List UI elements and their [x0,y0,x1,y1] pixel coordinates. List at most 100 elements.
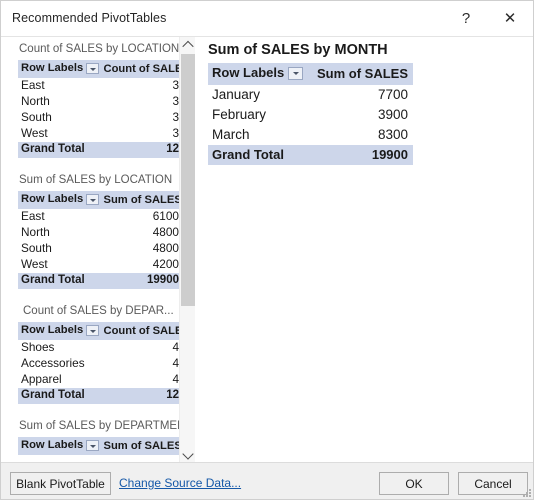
title-bar: Recommended PivotTables ? ✕ [1,1,534,37]
mini-table-header-row: Row LabelsCount of SALES [18,322,183,340]
dialog-body: Count of SALES by LOCATIONRow LabelsCoun… [1,37,534,462]
scrollbar-thumb[interactable] [181,54,195,306]
table-row: January7700 [208,85,413,105]
row-label-cell: North [18,225,101,241]
row-label-cell: West [18,126,101,142]
mini-table-body: Shoes4Accessories4Apparel4Grand Total12 [18,340,183,404]
recommendation-mini-table: Row LabelsSum of SALESEast6100North4800S… [18,191,183,289]
table-row: South4800 [18,241,183,257]
scroll-up-button[interactable] [180,37,195,53]
grand-total-value: 19900 [311,145,414,165]
mini-col-row-labels: Row Labels [18,437,101,455]
ok-button[interactable]: OK [379,472,449,495]
grand-total-value: 12 [101,388,184,404]
row-value-cell: 3 [101,110,184,126]
row-value-cell: 3 [101,94,184,110]
mini-col-value: Count of SALES [101,60,184,78]
help-button[interactable]: ? [444,1,488,35]
table-row: East6100 [18,209,183,225]
recommendation-caption: Sum of SALES by DEPARTMENT [7,414,183,437]
mini-table-body: East6100North4800South4800West4200Grand … [18,209,183,289]
recommendation-caption: Count of SALES by LOCATION [7,37,183,60]
preview-col-row-labels: Row Labels [208,63,311,85]
table-row: North3 [18,94,183,110]
preview-table: Row Labels Sum of SALES January7700Febru… [208,63,413,165]
filter-dropdown-icon[interactable] [86,440,99,451]
mini-col-row-labels-text: Row Labels [21,62,83,74]
row-value-cell: 8300 [311,125,414,145]
row-value-cell: 3 [101,126,184,142]
row-label-cell: February [208,105,311,125]
preview-title: Sum of SALES by MONTH [208,42,388,58]
thumb-spacer [7,455,183,462]
table-row: South3 [18,110,183,126]
grand-total-label: Grand Total [18,142,101,158]
change-source-data-link[interactable]: Change Source Data... [119,476,241,490]
mini-col-value: Sum of SALES [101,437,184,455]
recommendation-item[interactable]: Count of SALES by DEPAR...Row LabelsCoun… [7,299,183,414]
grand-total-value: 19900 [101,273,184,289]
recommendation-list-scrollbar[interactable] [179,37,195,462]
row-value-cell: 4800 [101,241,184,257]
row-label-cell: January [208,85,311,105]
recommendation-list[interactable]: Count of SALES by LOCATIONRow LabelsCoun… [7,37,195,462]
recommendation-item[interactable]: Sum of SALES by LOCATIONRow LabelsSum of… [7,168,183,299]
filter-dropdown-icon[interactable] [288,67,303,80]
chevron-down-icon [182,448,193,459]
resize-grip[interactable] [521,487,533,499]
table-row: West3 [18,126,183,142]
preview-table-body: January7700February3900March8300Grand To… [208,85,413,165]
dialog-footer: Blank PivotTable Change Source Data... O… [1,462,534,500]
mini-col-row-labels-text: Row Labels [21,193,83,205]
table-row: East3 [18,78,183,94]
row-value-cell: 6100 [101,209,184,225]
mini-table-header-row: Row LabelsSum of SALES [18,191,183,209]
grand-total-label: Grand Total [18,388,101,404]
mini-col-row-labels-text: Row Labels [21,439,83,451]
recommendation-list-content: Count of SALES by LOCATIONRow LabelsCoun… [7,37,183,462]
row-value-cell: 7700 [311,85,414,105]
filter-dropdown-icon[interactable] [86,63,99,74]
grand-total-value: 12 [101,142,184,158]
table-row: March8300 [208,125,413,145]
table-row: Accessories4 [18,356,183,372]
row-label-cell: Apparel [18,372,101,388]
row-label-cell: East [18,78,101,94]
grand-total-row: Grand Total12 [18,388,183,404]
preview-col-row-labels-text: Row Labels [212,65,284,80]
close-icon: ✕ [504,11,517,26]
recommendation-item[interactable]: Sum of SALES by DEPARTMENT Row Labels Sum … [7,414,183,462]
recommendation-mini-table: Row LabelsCount of SALESShoes4Accessorie… [18,322,183,404]
mini-col-value: Count of SALES [101,322,184,340]
filter-dropdown-icon[interactable] [86,194,99,205]
pivottable-preview: Sum of SALES by MONTH Row Labels Sum of … [197,37,534,462]
mini-col-row-labels: Row Labels [18,191,101,209]
row-label-cell: South [18,241,101,257]
filter-dropdown-icon[interactable] [86,325,99,336]
recommendation-item[interactable]: Count of SALES by LOCATION Row Labels Coun… [7,37,183,168]
mini-table-header-row: Row Labels Count of SALES [18,60,183,78]
dialog-title: Recommended PivotTables [12,11,166,25]
row-value-cell: 4200 [101,257,184,273]
row-label-cell: Shoes [18,340,101,356]
recommendation-mini-table: Row Labels Sum of SALES [18,437,183,455]
blank-pivottable-button[interactable]: Blank PivotTable [10,472,111,495]
scroll-down-button[interactable] [180,446,195,462]
table-row: Apparel4 [18,372,183,388]
grand-total-label: Grand Total [18,273,101,289]
close-button[interactable]: ✕ [488,1,532,35]
thumb-spacer [7,404,183,414]
table-row: February3900 [208,105,413,125]
row-value-cell: 4800 [101,225,184,241]
preview-col-value: Sum of SALES [311,63,414,85]
mini-col-row-labels: Row Labels [18,322,101,340]
recommendation-caption: Sum of SALES by LOCATION [7,168,183,191]
preview-table-header-row: Row Labels Sum of SALES [208,63,413,85]
cancel-button[interactable]: Cancel [458,472,528,495]
row-value-cell: 4 [101,340,184,356]
table-row: West4200 [18,257,183,273]
chevron-up-icon [182,41,193,52]
row-label-cell: East [18,209,101,225]
thumb-spacer [7,289,183,299]
grand-total-label: Grand Total [208,145,311,165]
